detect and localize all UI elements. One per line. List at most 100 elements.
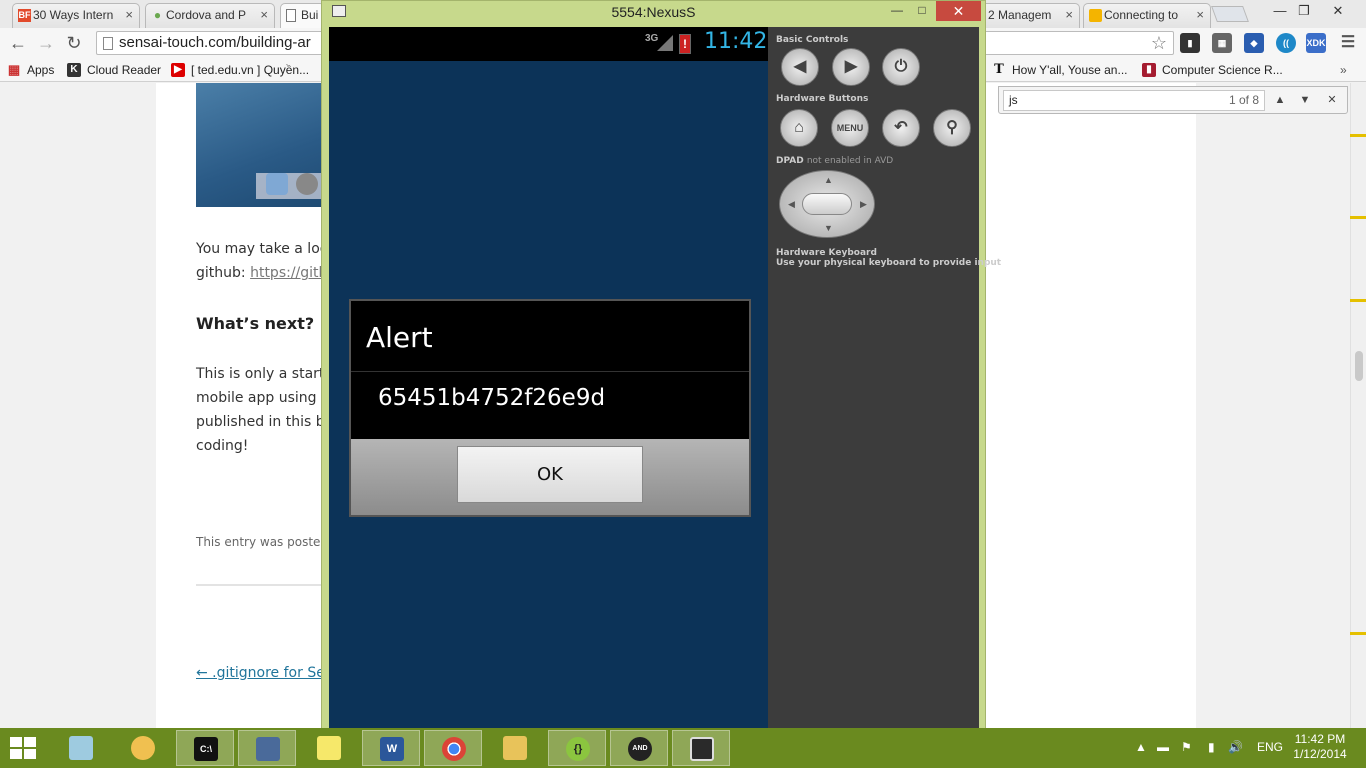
network-icon[interactable]: ▬: [1157, 740, 1169, 754]
find-previous-icon[interactable]: ▲: [1269, 90, 1291, 111]
window-icon: [690, 737, 714, 761]
system-clock[interactable]: 11:42 PM 1/12/2014: [1290, 732, 1350, 762]
minimize-icon[interactable]: —: [1268, 2, 1292, 20]
xdk-icon[interactable]: XDK: [1306, 33, 1326, 53]
youtube-icon: ▶: [171, 63, 185, 77]
back-arrow-icon[interactable]: ←: [6, 32, 30, 54]
battery-icon[interactable]: ▮: [1208, 740, 1215, 754]
page-icon: [286, 9, 296, 22]
tab-cordova[interactable]: ● Cordova and P ×: [145, 3, 275, 28]
paragraph-line: mobile app using s: [196, 390, 329, 406]
tab-30-ways[interactable]: BF 30 Ways Intern ×: [12, 3, 140, 28]
search-icon[interactable]: ⚲: [933, 109, 971, 147]
bookmark-nyt[interactable]: T How Y'all, Youse an...: [992, 62, 1127, 78]
ok-button[interactable]: OK: [457, 446, 643, 503]
scrollbar-thumb[interactable]: [1355, 351, 1363, 381]
bookmark-ted[interactable]: ▶ [ ted.edu.vn ] Quyền...: [171, 62, 309, 78]
tab-label: Bui: [301, 8, 319, 22]
menu-button[interactable]: MENU: [831, 109, 869, 147]
close-tab-icon[interactable]: ×: [1196, 4, 1204, 26]
volume-up-icon[interactable]: ▶: [832, 48, 870, 86]
previous-post-link[interactable]: ← .gitignore for Se: [196, 665, 325, 681]
find-next-icon[interactable]: ▼: [1294, 90, 1316, 111]
action-center-icon[interactable]: ⚑: [1181, 740, 1192, 754]
paragraph-line: You may take a loo: [196, 241, 329, 257]
dpad-note: DPAD not enabled in AVD: [776, 156, 893, 166]
section-heading: What’s next?: [196, 314, 315, 333]
input-language[interactable]: ENG: [1257, 740, 1283, 754]
taskbar-sticky-notes[interactable]: [300, 730, 358, 766]
chrome-icon: [442, 737, 466, 761]
tab-label: Connecting to: [1104, 8, 1179, 22]
find-match-marker: [1350, 632, 1366, 635]
dpad[interactable]: ▲ ▼ ◀ ▶: [779, 170, 875, 238]
dpad-up-icon[interactable]: ▲: [824, 175, 833, 185]
tab-connecting[interactable]: Connecting to ×: [1083, 3, 1211, 28]
reload-icon[interactable]: ↻: [62, 32, 86, 54]
divider: [196, 584, 326, 586]
taskbar-android-emulator[interactable]: AND: [610, 730, 668, 766]
extension-plug-icon[interactable]: ▮: [1180, 33, 1200, 53]
close-window-icon[interactable]: ✕: [1318, 2, 1358, 20]
menu-icon[interactable]: ☰: [1338, 33, 1358, 53]
emulator-window: 5554:NexusS — □ ✕ 3G 11:42 Alert 65451b4…: [321, 0, 1001, 734]
android-screen[interactable]: 3G 11:42 Alert 65451b4752f26e9d OK: [329, 27, 768, 729]
close-tab-icon[interactable]: ×: [125, 4, 133, 26]
windows-start-icon[interactable]: [10, 737, 38, 761]
forward-arrow-icon[interactable]: →: [34, 32, 58, 54]
dpad-right-icon[interactable]: ▶: [860, 199, 867, 210]
paragraph-text: github:: [196, 265, 251, 281]
android-status-bar: 3G 11:42: [329, 27, 768, 61]
tab-label: 30 Ways Intern: [33, 8, 114, 22]
bookmarks-overflow-icon[interactable]: »: [1340, 62, 1347, 78]
bookmark-label: Cloud Reader: [87, 63, 162, 77]
taskbar-window[interactable]: [672, 730, 730, 766]
close-tab-icon[interactable]: ×: [1065, 4, 1073, 26]
volume-icon[interactable]: 🔊: [1228, 740, 1243, 754]
taskbar-file-explorer[interactable]: [486, 730, 544, 766]
tab-management[interactable]: 2 Managem ×: [975, 3, 1080, 28]
find-input[interactable]: js 1 of 8: [1003, 90, 1265, 111]
battery-alert-icon: [679, 34, 691, 54]
power-icon[interactable]: ⏻: [882, 48, 920, 86]
bookmark-apps[interactable]: ▦ Apps: [7, 62, 55, 78]
dpad-left-icon[interactable]: ◀: [788, 199, 795, 210]
close-find-icon[interactable]: ✕: [1321, 90, 1343, 111]
taskbar-word[interactable]: W: [362, 730, 420, 766]
basic-controls-title: Basic Controls: [776, 35, 849, 45]
clock-date: 1/12/2014: [1293, 747, 1347, 761]
find-query: js: [1009, 93, 1018, 107]
taskbar-brackets[interactable]: {}: [548, 730, 606, 766]
restore-icon[interactable]: ❐: [1292, 2, 1316, 20]
close-tab-icon[interactable]: ×: [260, 4, 268, 26]
new-tab-button[interactable]: [1211, 6, 1249, 22]
tab-building-app[interactable]: Bui: [280, 3, 325, 28]
dpad-down-icon[interactable]: ▼: [824, 223, 833, 233]
show-hidden-icons-icon[interactable]: ▲: [1135, 740, 1147, 754]
dpad-label: DPAD: [776, 156, 804, 166]
status-time: 11:42: [704, 29, 768, 54]
emulator-maximize-icon[interactable]: □: [907, 1, 937, 21]
github-link[interactable]: https://gith: [250, 265, 327, 281]
taskbar-chrome[interactable]: [424, 730, 482, 766]
taskbar-remote[interactable]: [238, 730, 296, 766]
dpad-center-button[interactable]: [802, 193, 852, 215]
kindle-icon: K: [67, 63, 81, 77]
extension-signal-icon[interactable]: ((: [1276, 33, 1296, 53]
taskbar-explorer-tile[interactable]: [52, 730, 110, 766]
emulator-close-icon[interactable]: ✕: [936, 1, 981, 21]
extension-puzzle-icon[interactable]: ◆: [1244, 33, 1264, 53]
url-text: sensai-touch.com/building-ar: [119, 34, 311, 51]
extension-grid-icon[interactable]: ▦: [1212, 33, 1232, 53]
signal-icon: [657, 35, 673, 51]
find-count: 1 of 8: [1228, 93, 1259, 107]
bookmark-cloud-reader[interactable]: K Cloud Reader: [67, 62, 161, 78]
home-icon[interactable]: ⌂: [780, 109, 818, 147]
back-icon[interactable]: ↶: [882, 109, 920, 147]
star-icon[interactable]: ☆: [1151, 32, 1167, 54]
taskbar-cmd[interactable]: C:\: [176, 730, 234, 766]
volume-down-icon[interactable]: ◀: [781, 48, 819, 86]
paint-icon: [131, 736, 155, 760]
taskbar-paint[interactable]: [114, 730, 172, 766]
bookmark-computer-science[interactable]: ▮ Computer Science R...: [1142, 62, 1283, 78]
